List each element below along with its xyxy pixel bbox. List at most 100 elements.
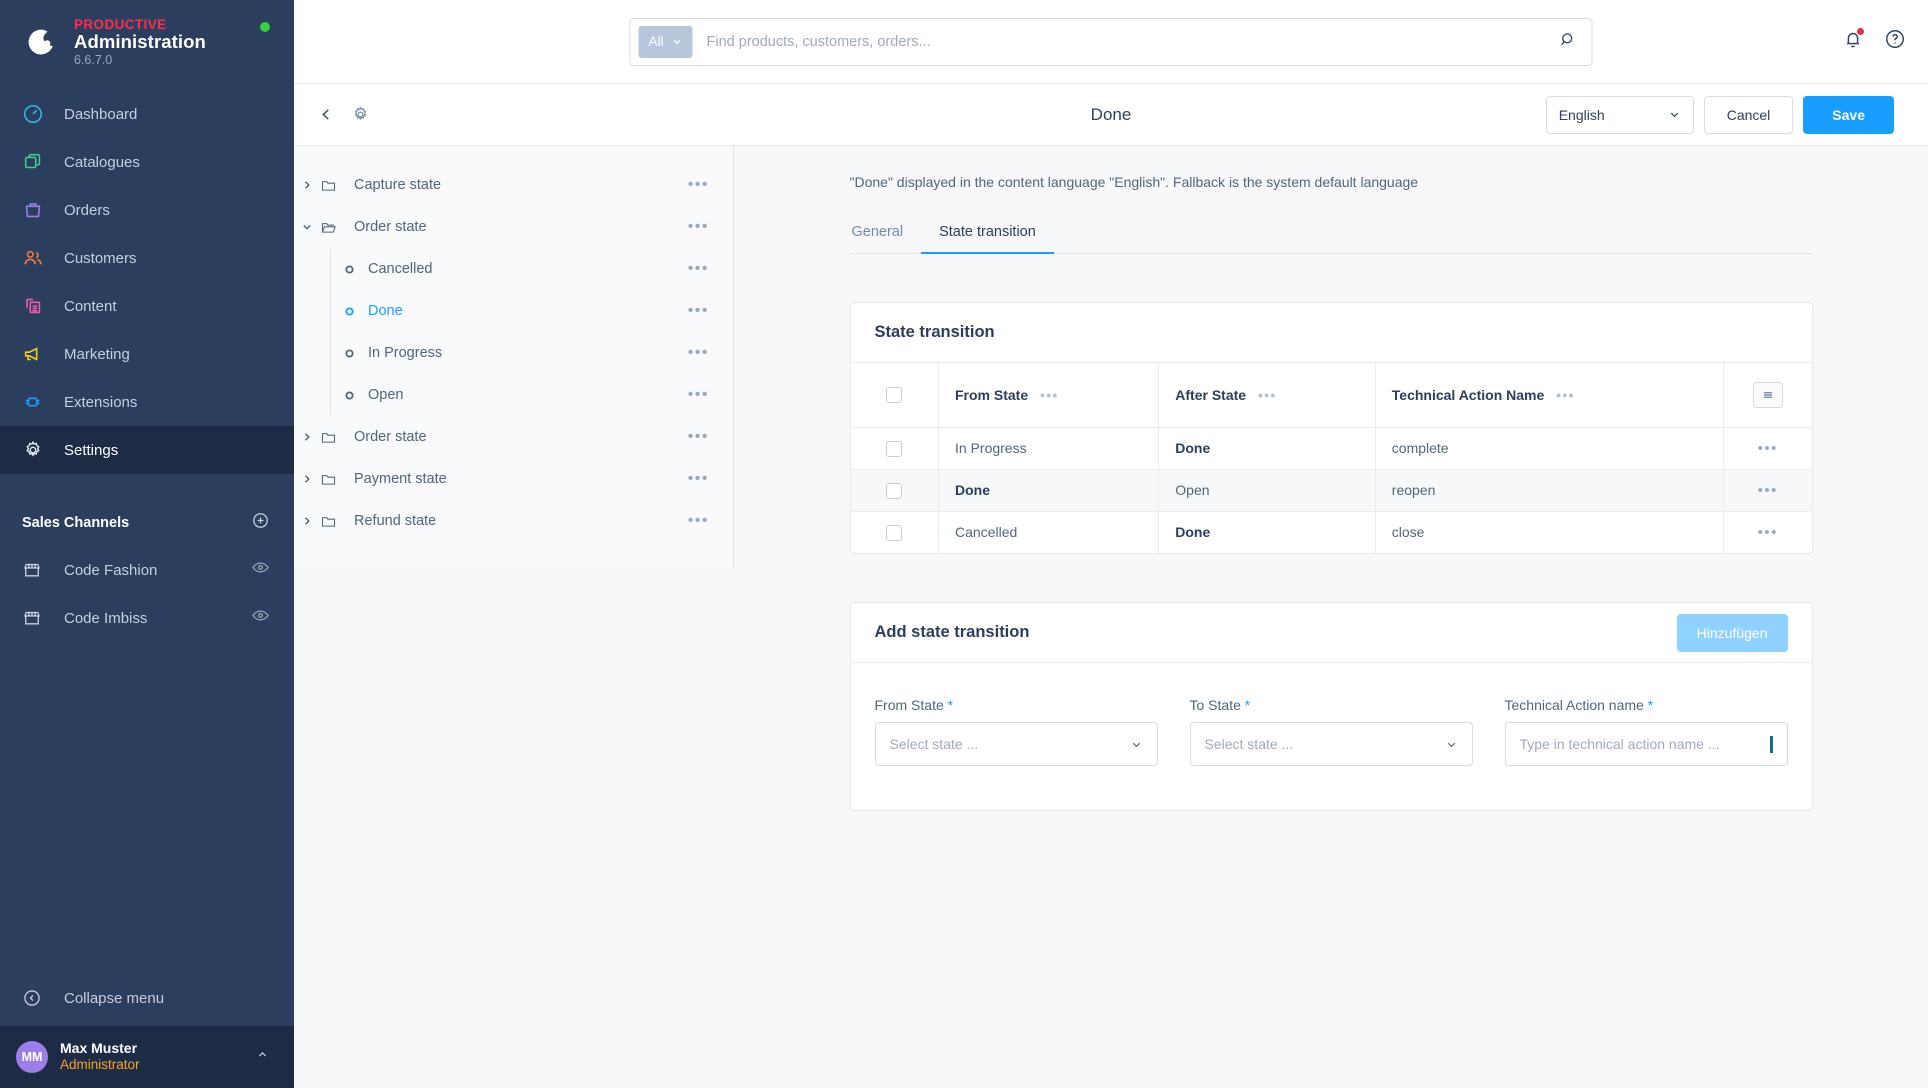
user-name: Max Muster — [60, 1039, 138, 1056]
sales-channel-code-fashion[interactable]: Code Fashion — [0, 546, 294, 594]
tree-item-open[interactable]: Open ••• — [294, 374, 733, 416]
cancel-button[interactable]: Cancel — [1703, 95, 1794, 134]
table-settings-cell — [1723, 363, 1812, 427]
row-select-cell — [850, 510, 939, 553]
sidebar-item-orders[interactable]: Orders — [0, 186, 294, 234]
tree-item-context-menu[interactable]: ••• — [688, 177, 709, 193]
tree-item-payment-state[interactable]: Payment state ••• — [294, 458, 733, 500]
technical-action-name-input[interactable]: Type in technical action name ... — [1504, 722, 1788, 766]
state-machine-tree: Capture state ••• Order state ••• Cancel… — [294, 146, 734, 568]
tree-item-context-menu[interactable]: ••• — [688, 219, 709, 235]
tree-item-context-menu[interactable]: ••• — [688, 261, 709, 277]
tree-item-capture-state[interactable]: Capture state ••• — [294, 164, 733, 206]
tree-item-label: In Progress — [368, 345, 443, 361]
column-technical-action-name[interactable]: Technical Action Name ••• — [1375, 363, 1725, 427]
tree-item-context-menu[interactable]: ••• — [688, 513, 709, 529]
customers-icon — [22, 247, 56, 269]
sidebar-item-label: Catalogues — [64, 153, 140, 171]
tree-item-refund-state[interactable]: Refund state ••• — [294, 500, 733, 542]
eye-icon[interactable] — [251, 606, 270, 630]
cell-after-state: Done — [1158, 510, 1376, 553]
tree-item-cancelled[interactable]: Cancelled ••• — [294, 248, 733, 290]
sales-channels-title: Sales Channels — [22, 515, 130, 531]
page-body: Capture state ••• Order state ••• Cancel… — [294, 146, 1928, 1088]
chevron-left-icon[interactable] — [318, 106, 335, 123]
to-state-select[interactable]: Select state ... — [1189, 722, 1473, 766]
column-menu-icon[interactable]: ••• — [1040, 387, 1059, 403]
sidebar-item-label: Settings — [64, 441, 119, 459]
column-after-state[interactable]: After State ••• — [1158, 363, 1376, 427]
row-checkbox[interactable] — [886, 524, 903, 541]
sidebar-brand-header[interactable]: PRODUCTIVE Administration 6.6.7.0 — [0, 0, 294, 84]
column-menu-icon[interactable]: ••• — [1556, 387, 1575, 403]
row-context-menu[interactable]: ••• — [1758, 482, 1778, 499]
eye-icon[interactable] — [251, 558, 270, 582]
folder-icon — [320, 177, 346, 194]
from-state-select[interactable]: Select state ... — [874, 722, 1158, 766]
sidebar-item-catalogues[interactable]: Catalogues — [0, 138, 294, 186]
tree-item-order-state-expanded[interactable]: Order state ••• — [294, 206, 733, 248]
chevron-right-icon[interactable] — [294, 515, 320, 527]
tree-item-context-menu[interactable]: ••• — [688, 345, 709, 361]
tree-item-done[interactable]: Done ••• — [294, 290, 733, 332]
column-from-state[interactable]: From State ••• — [938, 363, 1160, 427]
sidebar-item-customers[interactable]: Customers — [0, 234, 294, 282]
plus-circle-icon[interactable] — [251, 511, 270, 535]
row-checkbox[interactable] — [886, 440, 903, 457]
search-category-dropdown[interactable]: All — [638, 25, 693, 58]
column-menu-icon[interactable]: ••• — [1258, 387, 1277, 403]
smart-bar-actions: English Cancel Save — [1545, 95, 1894, 134]
chevron-down-icon — [1132, 742, 1140, 747]
tree-item-context-menu[interactable]: ••• — [688, 387, 709, 403]
tree-item-context-menu[interactable]: ••• — [688, 471, 709, 487]
chevron-right-icon[interactable] — [294, 431, 320, 443]
content-inner: "Done" displayed in the content language… — [849, 146, 1813, 811]
to-state-field: To State * Select state ... — [1189, 697, 1473, 766]
user-menu[interactable]: MM Max Muster Administrator — [0, 1026, 294, 1088]
search-icon[interactable] — [1559, 30, 1584, 54]
language-select[interactable]: English — [1545, 95, 1694, 134]
row-context-menu[interactable]: ••• — [1758, 440, 1778, 457]
tab-general[interactable]: General — [850, 224, 922, 254]
tree-item-label: Done — [368, 303, 403, 319]
list-settings-icon[interactable] — [1752, 381, 1783, 408]
chevron-down-icon[interactable] — [294, 221, 320, 233]
sidebar-item-marketing[interactable]: Marketing — [0, 330, 294, 378]
content-pane: "Done" displayed in the content language… — [734, 146, 1928, 1088]
sidebar-item-content[interactable]: Content — [0, 282, 294, 330]
folder-icon — [320, 471, 346, 488]
sidebar-item-settings[interactable]: Settings — [0, 426, 294, 474]
sidebar-item-dashboard[interactable]: Dashboard — [0, 90, 294, 138]
collapse-left-icon — [22, 988, 56, 1008]
sales-channel-code-imbiss[interactable]: Code Imbiss — [0, 594, 294, 642]
sales-channel-label: Code Imbiss — [64, 609, 148, 627]
chevron-right-icon[interactable] — [294, 473, 320, 485]
table-row[interactable]: Cancelled Done close ••• — [850, 510, 1812, 553]
row-context-menu[interactable]: ••• — [1758, 524, 1778, 541]
add-button[interactable]: Hinzufügen — [1676, 613, 1788, 652]
row-checkbox[interactable] — [886, 482, 903, 499]
table-row[interactable]: In Progress Done complete ••• — [850, 426, 1812, 469]
tree-item-context-menu[interactable]: ••• — [688, 429, 709, 445]
chevron-up-icon[interactable] — [255, 1047, 270, 1067]
table-header: From State ••• After State ••• Technical… — [850, 363, 1812, 427]
bell-icon[interactable] — [1842, 27, 1865, 55]
tree-item-context-menu[interactable]: ••• — [688, 303, 709, 319]
select-all-checkbox[interactable] — [886, 387, 903, 404]
top-bar: All — [294, 0, 1928, 84]
gear-icon[interactable] — [351, 105, 370, 124]
help-circle-icon[interactable] — [1884, 28, 1906, 55]
tree-item-order-state-2[interactable]: Order state ••• — [294, 416, 733, 458]
tab-state-transition[interactable]: State transition — [921, 224, 1054, 254]
global-search[interactable]: All — [629, 17, 1593, 66]
marketing-icon — [22, 343, 56, 365]
sidebar-item-extensions[interactable]: Extensions — [0, 378, 294, 426]
collapse-menu-button[interactable]: Collapse menu — [0, 970, 294, 1026]
save-button[interactable]: Save — [1803, 95, 1894, 134]
search-input[interactable] — [692, 33, 1559, 50]
tree-item-in-progress[interactable]: In Progress ••• — [294, 332, 733, 374]
folder-icon — [320, 429, 346, 446]
table-header-row: From State ••• After State ••• Technical… — [850, 363, 1812, 427]
chevron-right-icon[interactable] — [294, 179, 320, 191]
table-row[interactable]: Done Open reopen ••• — [850, 468, 1812, 511]
